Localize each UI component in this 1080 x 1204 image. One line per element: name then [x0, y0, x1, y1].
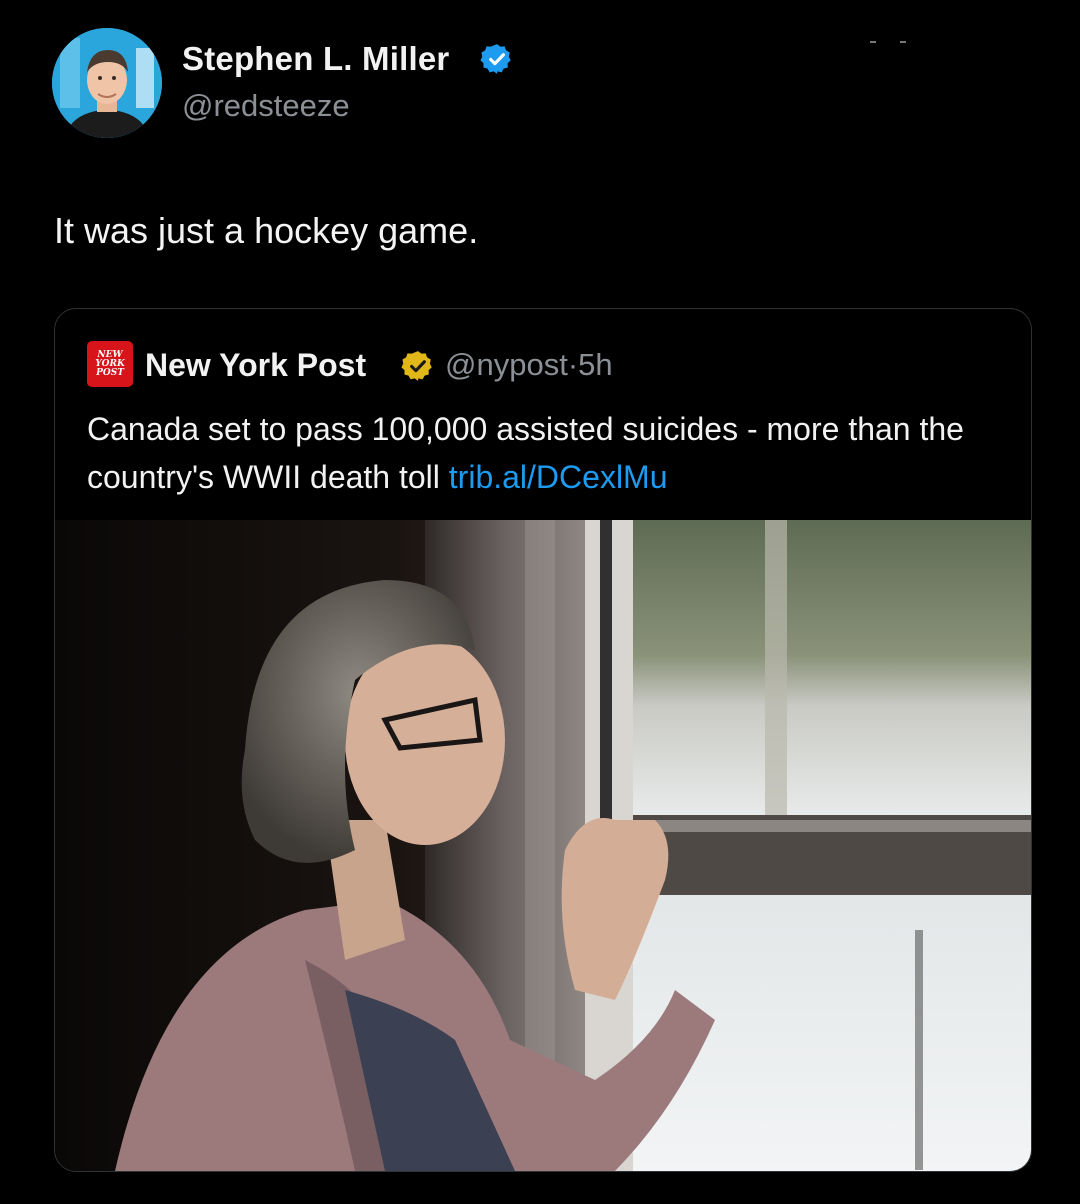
quoted-time[interactable]: 5h — [578, 347, 612, 382]
verified-gold-badge-icon — [401, 351, 432, 381]
quoted-tweet-text: Canada set to pass 100,000 assisted suic… — [87, 405, 1007, 501]
quoted-tweet-card[interactable]: NEW YORK POST New York Post @nypost·5h C… — [54, 308, 1032, 1172]
tweet-text: It was just a hockey game. — [54, 210, 479, 251]
quoted-link[interactable]: trib.al/DCexlMu — [449, 459, 668, 495]
author-name[interactable]: Stephen L. Miller — [182, 40, 449, 78]
meta-separator: · — [567, 347, 579, 382]
author-handle[interactable]: @redsteeze — [182, 88, 350, 124]
avatar-photo-icon — [52, 28, 162, 138]
status-dots-icon — [870, 41, 906, 43]
nypost-logo-icon: NEW YORK POST — [87, 341, 133, 387]
logo-word-3: POST — [96, 367, 124, 378]
quoted-photo[interactable] — [55, 520, 1031, 1171]
verified-badge-icon — [480, 44, 511, 74]
quoted-meta: @nypost·5h — [445, 347, 613, 383]
author-avatar[interactable] — [52, 28, 162, 138]
quoted-handle[interactable]: @nypost — [445, 347, 568, 382]
quoted-author-name[interactable]: New York Post — [145, 347, 366, 384]
